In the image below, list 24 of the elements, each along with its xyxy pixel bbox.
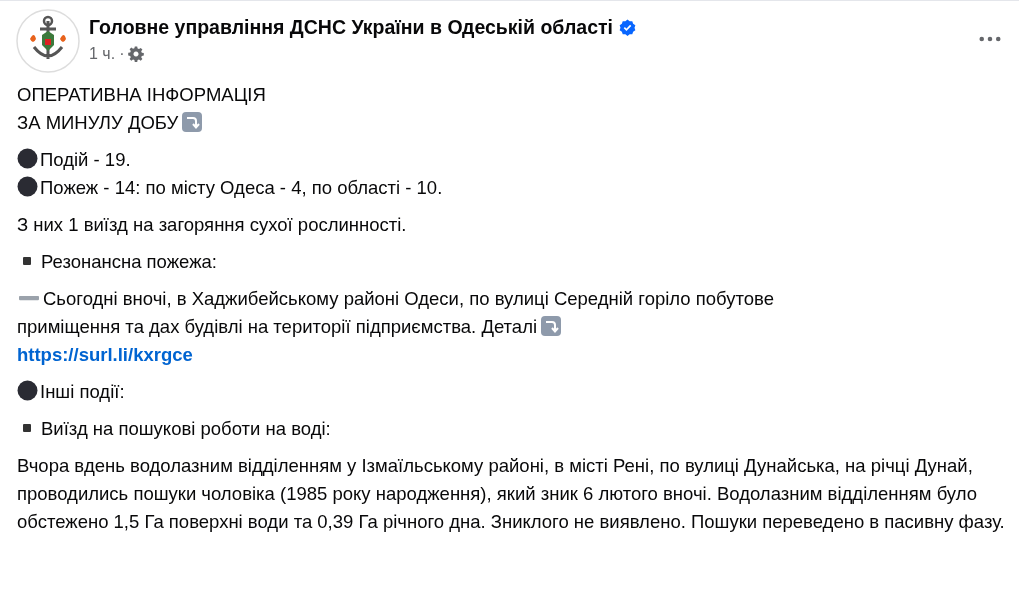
gear-icon[interactable] (128, 46, 145, 62)
post-text: З них 1 виїзд на загоряння сухої рослинності. (17, 214, 407, 235)
post-text: ЗА МИНУЛУ ДОБУ (17, 112, 179, 133)
circle-icon (17, 176, 38, 197)
post-text: Вчора вдень водолазним відділенням у Ізмаїльському районі, в місті Рені, по вулиці Дунайська, на річці Дунай, проводились пошуки чоловіка (1985 року народження), який зник 6 лютого вночі. Водолазним відділенням було обстежено 1,5 Га поверхні води та 0,39 Га річного дна. Зниклого не виявлено. Пошуки переведено в пасивну фазу. (17, 455, 1005, 532)
circle-icon (17, 148, 38, 169)
small-square-icon (23, 257, 31, 265)
post-time[interactable]: 1 ч. (89, 45, 116, 63)
post-text: Резонансна пожежа: (41, 251, 217, 272)
post-text: ОПЕРАТИВНА ІНФОРМАЦІЯ (17, 84, 266, 105)
post-text: Інші події: (40, 381, 125, 402)
circle-icon (17, 380, 38, 401)
post-link[interactable]: https://surl.li/kxrgce (17, 344, 193, 365)
post-text: Виїзд на пошукові роботи на воді: (41, 418, 331, 439)
post-text: Сьогодні вночі, в Хаджибейському районі Одеси, по вулиці Середній горіло побутове (43, 288, 774, 309)
small-square-icon (23, 424, 31, 432)
more-options-icon[interactable] (979, 36, 1001, 42)
page-name[interactable]: Головне управління ДСНС України в Одеській області (89, 16, 613, 39)
post-text: приміщення та дах будівлі на території підприємства. Деталі (17, 316, 538, 337)
post-text: Подій - 19. (40, 149, 131, 170)
emblem-icon[interactable] (16, 9, 80, 73)
dash-icon (17, 296, 41, 301)
post-text: Пожеж - 14: по місту Одеса - 4, по області - 10. (40, 177, 443, 198)
separator-dot: · (119, 45, 125, 63)
